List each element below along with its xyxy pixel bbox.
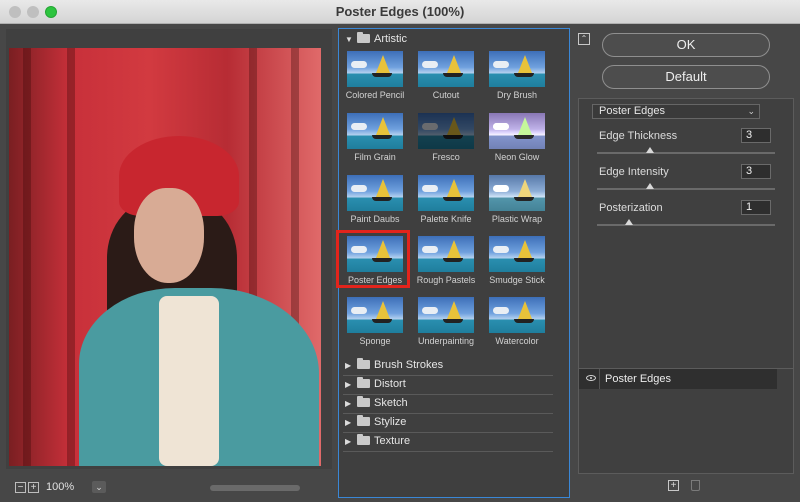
filter-thumbnail [418, 236, 474, 272]
filter-thumbnail [347, 297, 403, 333]
window-title: Poster Edges (100%) [335, 4, 465, 19]
filter-thumbnail [418, 297, 474, 333]
posterization-slider[interactable] [597, 219, 775, 226]
filter-thumbnail [418, 113, 474, 149]
filter-cutout[interactable]: Cutout [413, 51, 479, 109]
filter-gallery: ▼ Artistic Colored Pencil Cutout Dry Brus… [336, 28, 570, 498]
filter-film-grain[interactable]: Film Grain [342, 113, 408, 171]
filter-neon-glow[interactable]: Neon Glow [484, 113, 550, 171]
filter-paint-daubs[interactable]: Paint Daubs [342, 175, 408, 233]
filter-smudge-stick[interactable]: Smudge Stick [484, 236, 550, 294]
filter-poster-edges[interactable]: Poster Edges [336, 230, 410, 294]
zoom-in-button[interactable]: + [28, 482, 39, 493]
filter-select[interactable]: Poster Edges ⌄ [592, 104, 760, 119]
preview-shirt [159, 296, 219, 466]
edge-intensity-slider[interactable] [597, 183, 775, 190]
edge-intensity-label: Edge Intensity [599, 166, 669, 178]
trash-icon[interactable] [691, 480, 700, 491]
category-texture[interactable]: ▶ Texture [343, 433, 553, 452]
zoom-dropdown[interactable]: ⌄ [92, 481, 106, 493]
ok-button[interactable]: OK [602, 33, 770, 57]
filter-palette-knife[interactable]: Palette Knife [413, 175, 479, 233]
category-distort[interactable]: ▶ Distort [343, 376, 553, 395]
zoom-value: 100% [46, 481, 75, 493]
preview-image[interactable] [9, 48, 321, 466]
eye-icon[interactable] [586, 375, 596, 381]
filter-thumbnail [347, 113, 403, 149]
chevron-right-icon: ▶ [345, 399, 352, 408]
filter-thumbnail [489, 236, 545, 272]
folder-icon [357, 396, 370, 407]
folder-icon [357, 434, 370, 445]
filter-rough-pastels[interactable]: Rough Pastels [413, 236, 479, 294]
effect-layers-panel: Poster Edges [578, 368, 794, 474]
category-artistic[interactable]: ▼ Artistic [345, 32, 407, 51]
filter-thumbnail [347, 51, 403, 87]
filter-thumbnail [418, 175, 474, 211]
folder-icon [357, 377, 370, 388]
chevron-right-icon: ▶ [345, 437, 352, 446]
edge-intensity-input[interactable]: 3 [741, 164, 771, 179]
folder-icon [357, 358, 370, 369]
preview-face [134, 188, 204, 283]
filter-fresco[interactable]: Fresco [413, 113, 479, 171]
chevron-down-icon: ▼ [345, 35, 353, 44]
category-brush-strokes[interactable]: ▶ Brush Strokes [343, 357, 553, 376]
slider-thumb[interactable] [646, 183, 655, 189]
filter-sponge[interactable]: Sponge [342, 297, 408, 355]
effect-layer-label: Poster Edges [605, 373, 672, 385]
folder-icon [357, 415, 370, 426]
filter-thumbnail [489, 51, 545, 87]
filter-thumbnail [347, 175, 403, 211]
filter-colored-pencil[interactable]: Colored Pencil [342, 51, 408, 109]
filter-watercolor[interactable]: Watercolor [484, 297, 550, 355]
filter-thumbnail [489, 113, 545, 149]
default-button[interactable]: Default [602, 65, 770, 89]
edge-thickness-slider[interactable] [597, 147, 775, 154]
posterization-label: Posterization [599, 202, 663, 214]
filter-thumbnail [418, 51, 474, 87]
chevron-right-icon: ▶ [345, 418, 352, 427]
slider-thumb[interactable] [625, 219, 634, 225]
posterization-input[interactable]: 1 [741, 200, 771, 215]
new-effect-layer-button[interactable]: + [668, 480, 679, 491]
zoom-bar: − + 100% ⌄ [6, 480, 332, 502]
folder-icon [357, 32, 370, 43]
effect-layer-row[interactable]: Poster Edges [579, 369, 777, 389]
preview-scrollbar[interactable] [210, 485, 300, 491]
filter-thumbnail [489, 297, 545, 333]
selected-filter-highlight [336, 230, 410, 288]
filter-dry-brush[interactable]: Dry Brush [484, 51, 550, 109]
chevron-right-icon: ▶ [345, 361, 352, 370]
category-stylize[interactable]: ▶ Stylize [343, 414, 553, 433]
edge-thickness-input[interactable]: 3 [741, 128, 771, 143]
zoom-out-button[interactable]: − [15, 482, 26, 493]
title-bar: Poster Edges (100%) [0, 0, 800, 24]
filter-underpainting[interactable]: Underpainting [413, 297, 479, 355]
collapse-gallery-icon[interactable]: ⌃ [578, 33, 590, 45]
slider-thumb[interactable] [646, 147, 655, 153]
chevron-down-icon: ⌄ [747, 106, 755, 116]
filter-thumbnail [489, 175, 545, 211]
settings-column: ⌃ OK Default Poster Edges ⌄ Edge Thickne… [578, 28, 794, 498]
filter-settings-panel: Poster Edges ⌄ Edge Thickness 3 Edge Int… [578, 98, 794, 386]
category-sketch[interactable]: ▶ Sketch [343, 395, 553, 414]
filter-plastic-wrap[interactable]: Plastic Wrap [484, 175, 550, 233]
chevron-right-icon: ▶ [345, 380, 352, 389]
edge-thickness-label: Edge Thickness [599, 130, 678, 142]
